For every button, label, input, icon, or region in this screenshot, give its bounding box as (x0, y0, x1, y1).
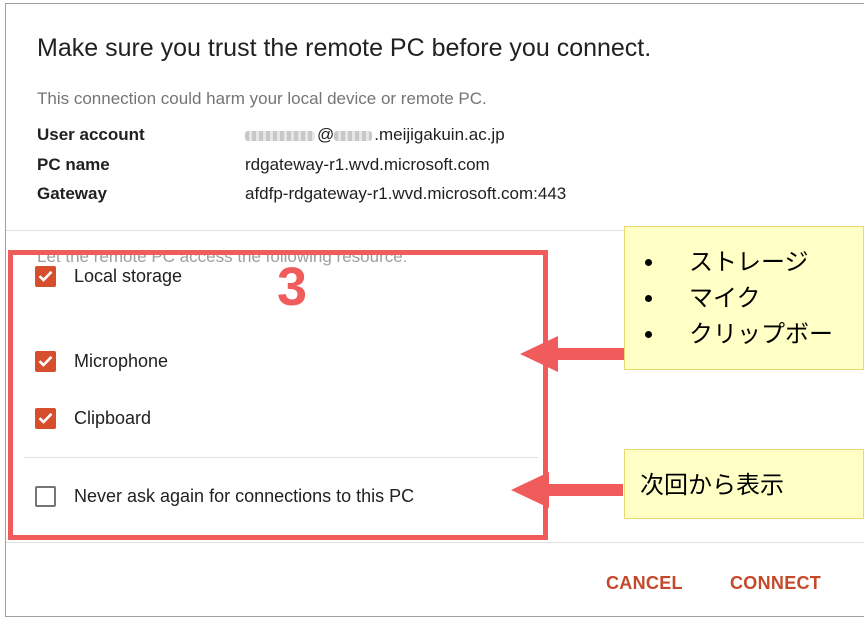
redacted-username (245, 130, 315, 141)
arrow-left-icon (520, 336, 632, 372)
note-item-storage: ストレージ (625, 244, 863, 280)
user-account-at: @ (317, 125, 335, 144)
note-item-microphone: マイク (625, 280, 863, 316)
divider-footer (6, 542, 864, 543)
gateway-value: afdfp-rdgateway-r1.wvd.microsoft.com:443 (245, 184, 567, 203)
step-number: 3 (277, 257, 308, 317)
never-ask-note: 次回から表示 (624, 449, 864, 519)
dialog-subtitle: This connection could harm your local de… (37, 89, 487, 108)
gateway-label: Gateway (37, 184, 107, 203)
user-account-domain: .meijigakuin.ac.jp (374, 125, 505, 144)
user-account-value: @ .meijigakuin.ac.jp (245, 125, 505, 145)
divider-top (6, 230, 626, 231)
connect-button[interactable]: CONNECT (730, 573, 821, 594)
pc-name-label: PC name (37, 155, 110, 174)
note-item-clipboard: クリップボー (625, 316, 863, 352)
pc-name-value: rdgateway-r1.wvd.microsoft.com (245, 155, 490, 174)
cancel-button[interactable]: CANCEL (606, 573, 683, 594)
resources-note: ストレージ マイク クリップボー (624, 226, 864, 370)
arrow-left-icon (511, 472, 623, 508)
redacted-domain (334, 130, 373, 141)
user-account-label: User account (37, 125, 145, 144)
dialog-title: Make sure you trust the remote PC before… (37, 34, 652, 62)
